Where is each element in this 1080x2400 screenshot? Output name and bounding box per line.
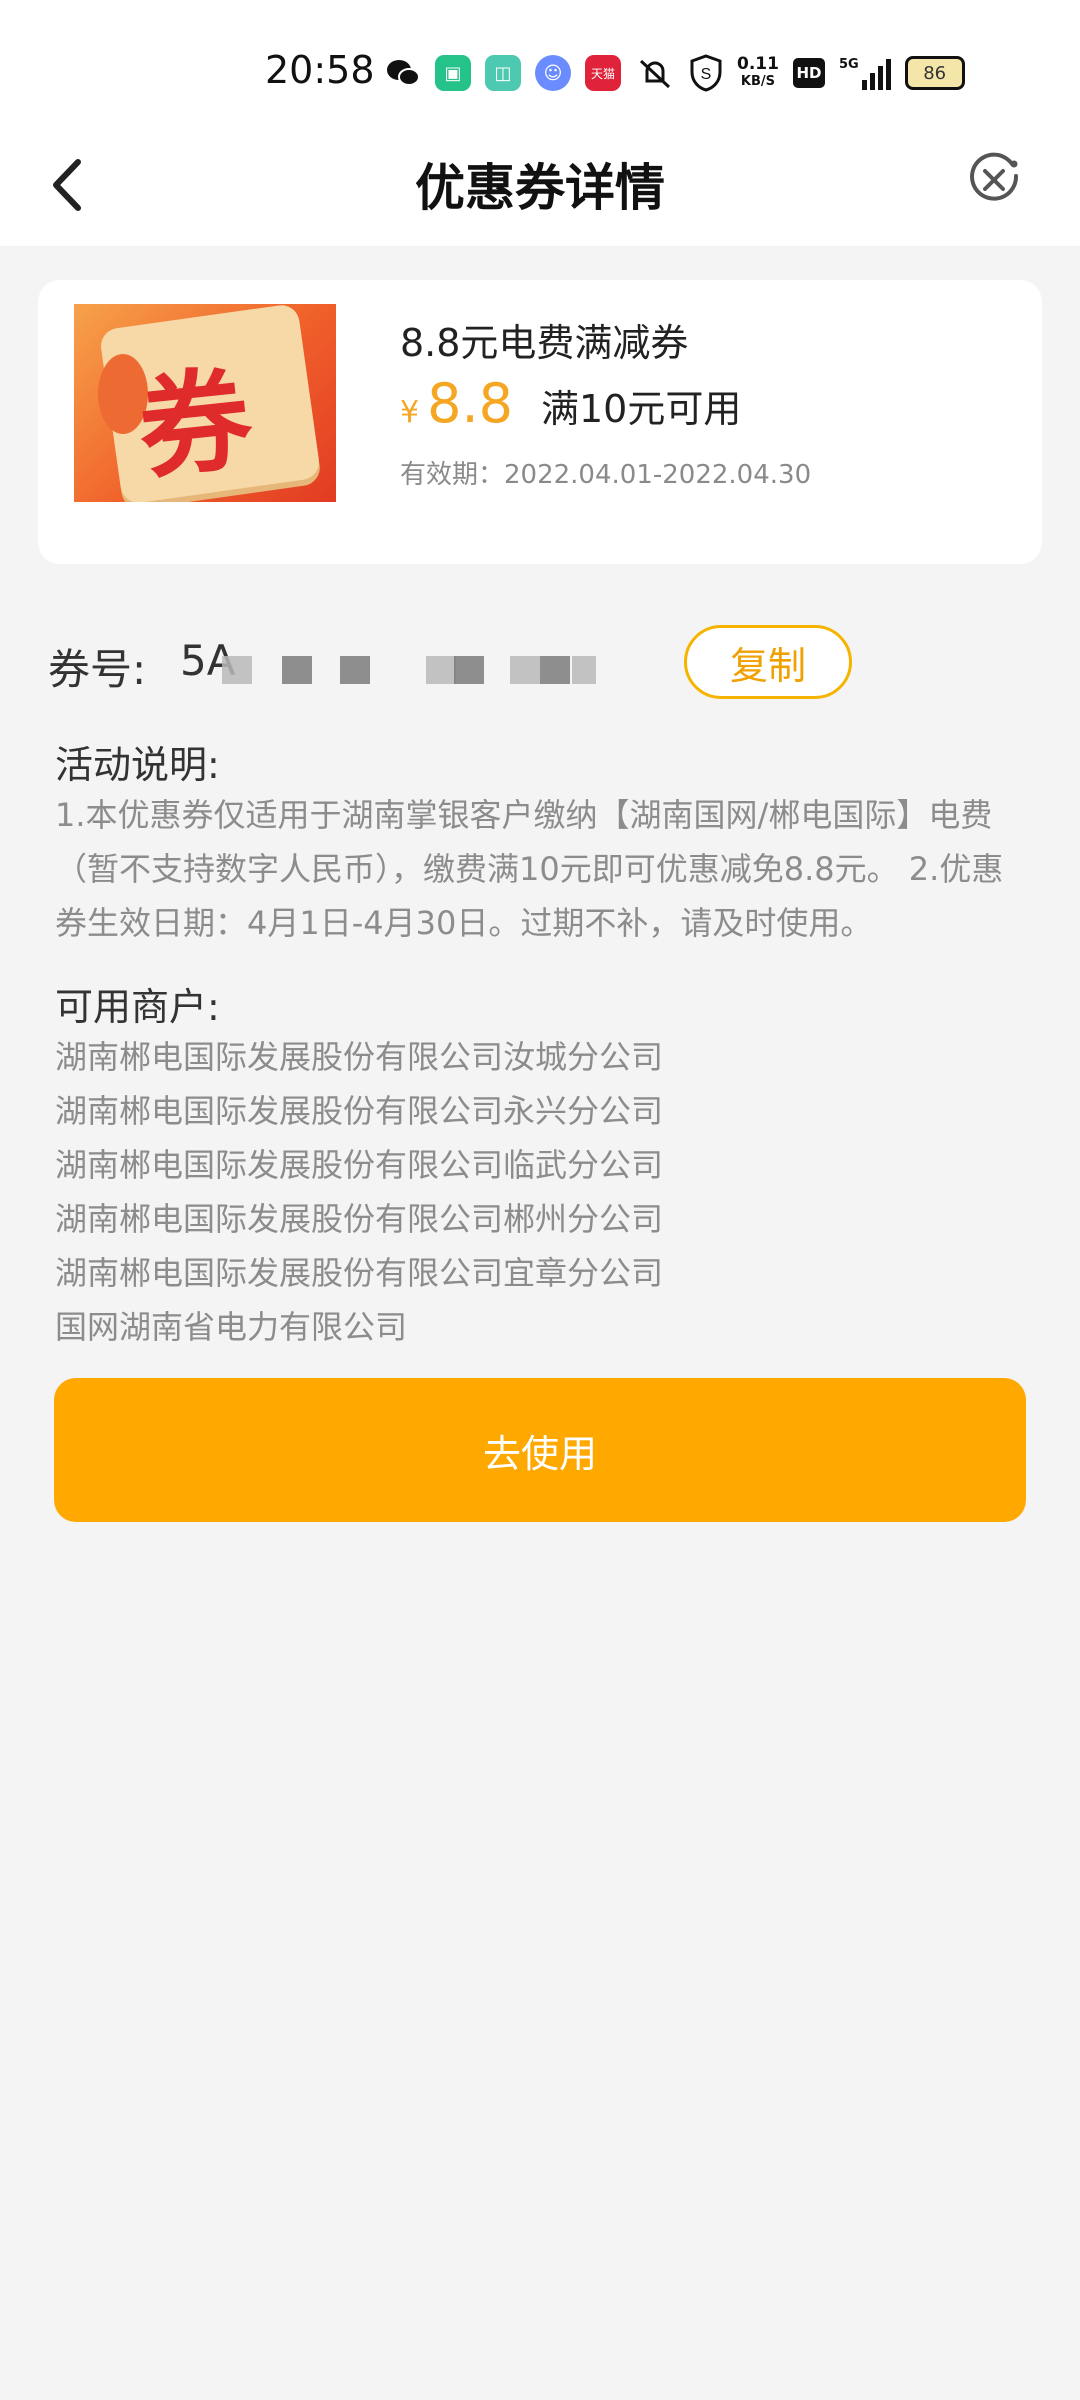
code-label: 券号: [48,645,147,694]
status-time: 20:58 [265,48,375,92]
wechat-icon [387,60,420,86]
tmall-icon: 天猫 [585,55,621,91]
page-title: 优惠券详情 [415,159,665,217]
coupon-price-row: ¥ 8.8 满10元可用 [400,372,741,435]
merchant-item: 湖南郴电国际发展股份有限公司永兴分公司 [55,1092,664,1130]
status-bar: 20:58 ▣ ◫ ☺ 天猫 S 0.11 KB/S HD 5G 86 [0,0,1080,130]
battery-icon: 86 [904,56,965,90]
hd-icon: HD [792,58,825,88]
coupon-image-char: 券 [132,353,258,496]
shield-icon: S [690,54,722,92]
copy-button[interactable]: 复制 [684,625,852,699]
app-avatar-icon: ☺ [535,55,571,91]
merchant-item: 湖南郴电国际发展股份有限公司宜章分公司 [55,1254,664,1292]
svg-text:S: S [701,66,712,83]
nav-bar: 优惠券详情 [0,130,1080,246]
activity-description: 1.本优惠券仅适用于湖南掌银客户缴纳【湖南国网/郴电国际】电费（暂不支持数字人民… [55,796,1004,942]
currency-symbol: ¥ [400,395,420,430]
merchant-list: 湖南郴电国际发展股份有限公司汝城分公司 湖南郴电国际发展股份有限公司永兴分公司 … [55,1030,663,1354]
close-icon[interactable] [964,150,1024,210]
coupon-card: 券 8.8元电费满减券 ¥ 8.8 满10元可用 有效期：2022.04.01-… [38,280,1042,564]
merchant-item: 湖南郴电国际发展股份有限公司临武分公司 [55,1146,664,1184]
net-speed: 0.11 KB/S [737,54,779,90]
mute-bell-icon [639,59,671,89]
signal-icon: 5G [839,56,891,90]
coupon-validity: 有效期：2022.04.01-2022.04.30 [400,460,812,490]
coupon-name: 8.8元电费满减券 [400,321,689,365]
merchants-title: 可用商户: [55,985,220,1029]
coupon-threshold: 满10元可用 [540,387,742,431]
app-teal-icon: ◫ [485,55,521,91]
coupon-amount: 8.8 [427,372,513,435]
coupon-image: 券 [74,304,336,502]
activity-title: 活动说明: [55,743,220,787]
app-green-icon: ▣ [435,55,471,91]
merchant-item: 国网湖南省电力有限公司 [55,1308,408,1346]
use-button[interactable]: 去使用 [54,1378,1026,1522]
status-icons: ▣ ◫ ☺ 天猫 S 0.11 KB/S HD 5G 86 [385,52,965,94]
merchant-item: 湖南郴电国际发展股份有限公司汝城分公司 [55,1038,664,1076]
merchant-item: 湖南郴电国际发展股份有限公司郴州分公司 [55,1200,664,1238]
